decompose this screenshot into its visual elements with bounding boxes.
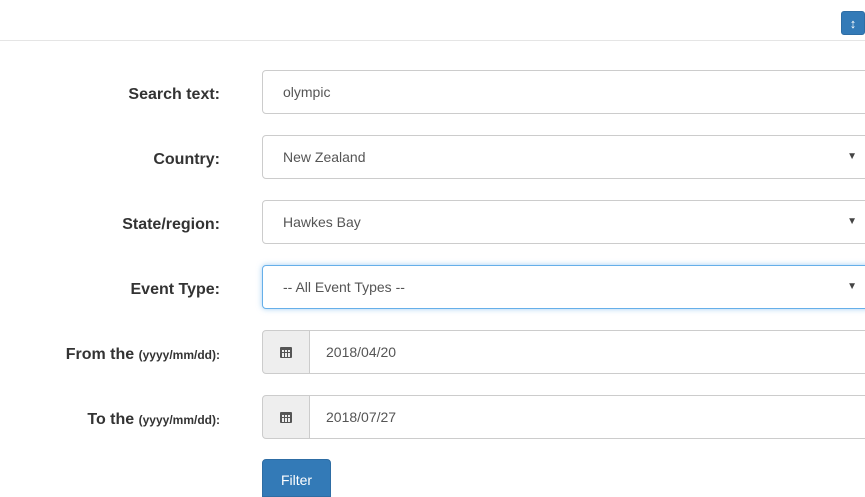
to-date-group bbox=[262, 395, 865, 439]
chevron-down-icon: ▼ bbox=[847, 281, 857, 292]
country-select[interactable]: New Zealand ▼ bbox=[262, 135, 865, 179]
event-type-select[interactable]: -- All Event Types -- ▼ bbox=[262, 265, 865, 309]
country-label: Country: bbox=[153, 151, 220, 168]
to-date-label-text: To the bbox=[87, 411, 135, 428]
state-region-label: State/region: bbox=[122, 216, 220, 233]
from-date-input[interactable] bbox=[309, 330, 865, 374]
from-date-group bbox=[262, 330, 865, 374]
to-date-label: To the (yyyy/mm/dd): bbox=[87, 395, 220, 439]
calendar-icon bbox=[280, 346, 292, 358]
from-date-format-hint: (yyyy/mm/dd): bbox=[138, 348, 220, 362]
filter-button[interactable]: Filter bbox=[262, 459, 331, 497]
top-bar: ↕ bbox=[0, 0, 865, 41]
event-type-label: Event Type: bbox=[130, 281, 221, 298]
to-date-calendar-button[interactable] bbox=[262, 395, 310, 439]
calendar-icon bbox=[280, 411, 292, 423]
state-region-selected-value: Hawkes Bay bbox=[283, 214, 361, 230]
event-filter-page: ↕ Search text: Country: New Zealand ▼ St… bbox=[0, 0, 865, 497]
state-region-select[interactable]: Hawkes Bay ▼ bbox=[262, 200, 865, 244]
expand-collapse-button[interactable]: ↕ bbox=[841, 11, 865, 35]
to-date-format-hint: (yyyy/mm/dd): bbox=[138, 413, 220, 427]
from-date-row: From the (yyyy/mm/dd): bbox=[0, 330, 865, 374]
search-text-row: Search text: bbox=[0, 70, 865, 114]
vertical-resize-arrows-icon: ↕ bbox=[849, 15, 857, 31]
state-region-row: State/region: Hawkes Bay ▼ bbox=[0, 200, 865, 244]
from-date-calendar-button[interactable] bbox=[262, 330, 310, 374]
search-text-label: Search text: bbox=[128, 86, 220, 103]
chevron-down-icon: ▼ bbox=[847, 151, 857, 162]
from-date-label-text: From the bbox=[65, 346, 135, 363]
search-text-input[interactable] bbox=[262, 70, 865, 114]
to-date-input[interactable] bbox=[309, 395, 865, 439]
to-date-row: To the (yyyy/mm/dd): bbox=[0, 395, 865, 439]
country-selected-value: New Zealand bbox=[283, 149, 366, 165]
event-type-row: Event Type: -- All Event Types -- ▼ bbox=[0, 265, 865, 309]
from-date-label: From the (yyyy/mm/dd): bbox=[66, 330, 220, 374]
chevron-down-icon: ▼ bbox=[847, 216, 857, 227]
country-row: Country: New Zealand ▼ bbox=[0, 135, 865, 179]
event-type-selected-value: -- All Event Types -- bbox=[283, 279, 405, 295]
